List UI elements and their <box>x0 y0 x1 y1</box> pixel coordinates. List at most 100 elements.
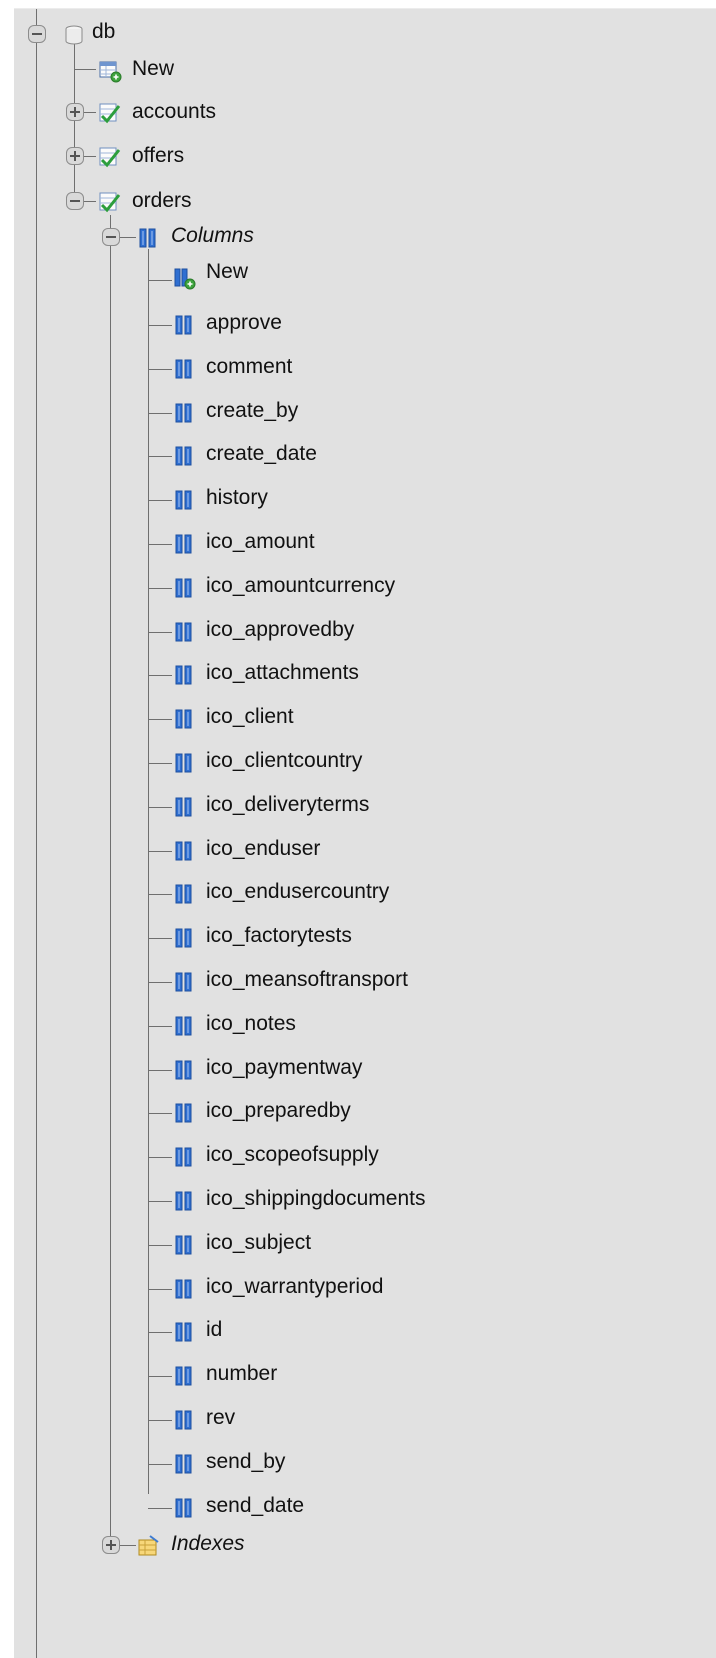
column-icon <box>172 401 196 425</box>
columns-group-label[interactable]: Columns <box>171 224 254 248</box>
table-icon <box>98 145 122 169</box>
index-icon <box>136 1534 160 1558</box>
column-item[interactable]: ico_scopeofsupply <box>206 1143 379 1167</box>
column-item[interactable]: create_date <box>206 442 317 466</box>
column-item[interactable]: ico_warrantyperiod <box>206 1275 383 1299</box>
tree-line <box>148 632 172 633</box>
navigator-panel: db New accounts offers orders Columns Ne… <box>14 8 716 1658</box>
column-icon <box>172 1058 196 1082</box>
column-icon <box>172 313 196 337</box>
table-orders[interactable]: orders <box>132 189 192 213</box>
tree-line <box>74 69 96 70</box>
tree-line <box>148 249 149 1494</box>
tree-line <box>148 1464 172 1465</box>
table-icon <box>98 101 122 125</box>
tree-line <box>148 1332 172 1333</box>
column-item[interactable]: ico_enduser <box>206 837 320 861</box>
column-item[interactable]: ico_endusercountry <box>206 880 389 904</box>
tree-line <box>148 1113 172 1114</box>
tree-line <box>148 1245 172 1246</box>
new-column-link[interactable]: New <box>206 260 248 284</box>
column-item[interactable]: send_by <box>206 1450 285 1474</box>
column-item[interactable]: ico_deliveryterms <box>206 793 369 817</box>
collapse-db-toggle[interactable] <box>28 25 46 43</box>
column-icon <box>172 1320 196 1344</box>
indexes-group-label[interactable]: Indexes <box>171 1532 245 1556</box>
column-icon <box>172 663 196 687</box>
column-icon <box>172 1233 196 1257</box>
table-accounts[interactable]: accounts <box>132 100 216 124</box>
column-icon <box>172 882 196 906</box>
column-item[interactable]: id <box>206 1318 222 1342</box>
tree-line <box>148 938 172 939</box>
column-icon <box>172 1277 196 1301</box>
column-icon <box>172 444 196 468</box>
column-item[interactable]: ico_client <box>206 705 294 729</box>
tree-line <box>148 325 172 326</box>
column-item[interactable]: ico_factorytests <box>206 924 352 948</box>
tree-line <box>82 156 96 157</box>
tree-line <box>74 43 75 201</box>
tree-line <box>148 1026 172 1027</box>
column-icon <box>172 532 196 556</box>
column-item[interactable]: comment <box>206 355 292 379</box>
collapse-orders-toggle[interactable] <box>66 192 84 210</box>
tree-line <box>148 719 172 720</box>
new-column-icon <box>172 266 196 290</box>
column-item[interactable]: ico_meansoftransport <box>206 968 408 992</box>
tree-line <box>148 500 172 501</box>
tree-line <box>148 280 172 281</box>
column-item[interactable]: approve <box>206 311 282 335</box>
tree-line <box>148 1070 172 1071</box>
db-label[interactable]: db <box>92 20 115 44</box>
column-icon <box>172 970 196 994</box>
column-icon <box>172 1145 196 1169</box>
column-item[interactable]: number <box>206 1362 277 1386</box>
tree-line <box>148 851 172 852</box>
tree-line <box>148 588 172 589</box>
column-item[interactable]: ico_amount <box>206 530 315 554</box>
expand-accounts-toggle[interactable] <box>66 103 84 121</box>
column-icon <box>172 751 196 775</box>
column-item[interactable]: rev <box>206 1406 235 1430</box>
tree-line <box>148 982 172 983</box>
collapse-columns-toggle[interactable] <box>102 228 120 246</box>
expand-indexes-toggle[interactable] <box>102 1536 120 1554</box>
table-offers[interactable]: offers <box>132 144 184 168</box>
column-icon <box>172 1014 196 1038</box>
column-item[interactable]: ico_preparedby <box>206 1099 351 1123</box>
column-icon <box>172 1408 196 1432</box>
column-item[interactable]: ico_shippingdocuments <box>206 1187 425 1211</box>
tree-line <box>148 1420 172 1421</box>
tree-line <box>148 1201 172 1202</box>
column-item[interactable]: send_date <box>206 1494 304 1518</box>
tree-line <box>148 456 172 457</box>
column-item[interactable]: ico_attachments <box>206 661 359 685</box>
column-item[interactable]: ico_subject <box>206 1231 311 1255</box>
tree-line <box>148 1157 172 1158</box>
column-icon <box>172 1496 196 1520</box>
column-item[interactable]: history <box>206 486 268 510</box>
tree-line <box>148 413 172 414</box>
tree-line <box>82 201 96 202</box>
column-icon <box>172 1189 196 1213</box>
table-icon <box>98 190 122 214</box>
column-item[interactable]: ico_amountcurrency <box>206 574 395 598</box>
tree-line <box>148 763 172 764</box>
new-table-link[interactable]: New <box>132 57 174 81</box>
column-icon <box>172 357 196 381</box>
tree-line <box>148 1376 172 1377</box>
column-icon <box>172 707 196 731</box>
tree-line <box>148 807 172 808</box>
expand-offers-toggle[interactable] <box>66 147 84 165</box>
column-icon <box>172 926 196 950</box>
columns-group-icon <box>136 226 160 250</box>
column-icon <box>172 576 196 600</box>
column-item[interactable]: ico_notes <box>206 1012 296 1036</box>
column-item[interactable]: create_by <box>206 399 298 423</box>
column-item[interactable]: ico_paymentway <box>206 1056 362 1080</box>
new-table-icon <box>98 59 122 83</box>
column-item[interactable]: ico_clientcountry <box>206 749 362 773</box>
column-icon <box>172 1364 196 1388</box>
column-item[interactable]: ico_approvedby <box>206 618 354 642</box>
